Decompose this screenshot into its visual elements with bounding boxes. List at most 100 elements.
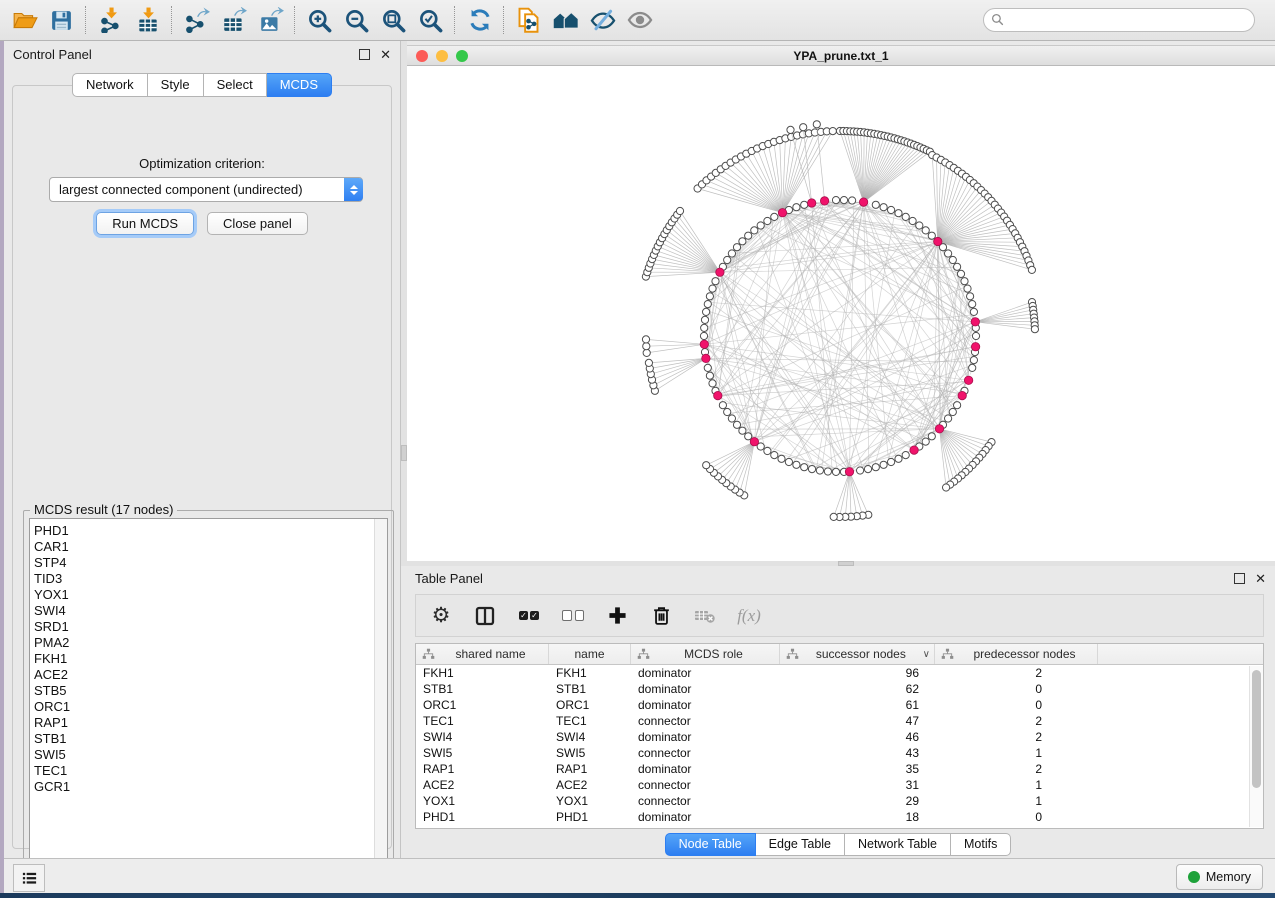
table-row[interactable]: ORC1ORC1dominator610 xyxy=(416,697,1263,713)
table-row[interactable]: TEC1TEC1connector472 xyxy=(416,713,1263,729)
cell-mcds_role[interactable]: dominator xyxy=(631,682,780,696)
cell-predecessor_nodes[interactable]: 0 xyxy=(935,682,1098,696)
cell-predecessor_nodes[interactable]: 2 xyxy=(935,714,1098,728)
cell-successor_nodes[interactable]: 35 xyxy=(780,762,935,776)
cell-shared_name[interactable]: YOX1 xyxy=(416,794,549,808)
cell-name[interactable]: SWI4 xyxy=(549,730,631,744)
cell-shared_name[interactable]: ORC1 xyxy=(416,698,549,712)
select-all-columns-button[interactable]: ✓ ✓ xyxy=(518,605,540,627)
close-panel-icon[interactable]: ✕ xyxy=(1255,572,1266,585)
mcds-result-item[interactable]: TEC1 xyxy=(30,763,387,779)
mcds-result-item[interactable]: STB1 xyxy=(30,731,387,747)
import-table-button[interactable] xyxy=(129,3,166,37)
cell-name[interactable]: STB1 xyxy=(549,682,631,696)
tab-edge-table[interactable]: Edge Table xyxy=(756,833,845,856)
cell-successor_nodes[interactable]: 62 xyxy=(780,682,935,696)
cell-predecessor_nodes[interactable]: 0 xyxy=(935,698,1098,712)
close-panel-button[interactable]: Close panel xyxy=(207,212,308,235)
tab-motifs[interactable]: Motifs xyxy=(951,833,1011,856)
table-row[interactable]: FKH1FKH1dominator962 xyxy=(416,665,1263,681)
search-input[interactable] xyxy=(983,8,1255,32)
mcds-result-item[interactable]: ACE2 xyxy=(30,667,387,683)
hide-graphics-details-button[interactable] xyxy=(584,3,621,37)
zoom-out-button[interactable] xyxy=(338,3,375,37)
cell-successor_nodes[interactable]: 18 xyxy=(780,810,935,824)
cell-name[interactable]: TEC1 xyxy=(549,714,631,728)
export-network-button[interactable] xyxy=(178,3,215,37)
cell-predecessor_nodes[interactable]: 1 xyxy=(935,746,1098,760)
tab-select[interactable]: Select xyxy=(204,73,267,97)
table-settings-gear-button[interactable]: ⚙ xyxy=(430,605,452,627)
cell-mcds_role[interactable]: dominator xyxy=(631,730,780,744)
cell-predecessor_nodes[interactable]: 2 xyxy=(935,666,1098,680)
mcds-result-item[interactable]: SRD1 xyxy=(30,619,387,635)
close-panel-icon[interactable]: ✕ xyxy=(380,48,391,61)
table-row[interactable]: SWI5SWI5connector431 xyxy=(416,745,1263,761)
mcds-result-item[interactable]: STB5 xyxy=(30,683,387,699)
table-row[interactable]: SWI4SWI4dominator462 xyxy=(416,729,1263,745)
open-file-button[interactable] xyxy=(6,3,43,37)
tab-network-table[interactable]: Network Table xyxy=(845,833,951,856)
cell-name[interactable]: FKH1 xyxy=(549,666,631,680)
float-panel-icon[interactable] xyxy=(1234,573,1245,584)
show-columns-button[interactable] xyxy=(474,605,496,627)
column-header-shared-name[interactable]: shared name xyxy=(416,644,549,664)
cell-mcds_role[interactable]: connector xyxy=(631,714,780,728)
cell-name[interactable]: RAP1 xyxy=(549,762,631,776)
cell-shared_name[interactable]: PHD1 xyxy=(416,810,549,824)
tab-network[interactable]: Network xyxy=(72,73,148,97)
cell-mcds_role[interactable]: connector xyxy=(631,746,780,760)
network-overview-button[interactable] xyxy=(547,3,584,37)
column-header-successor-nodes[interactable]: successor nodes∨ xyxy=(780,644,935,664)
cell-predecessor_nodes[interactable]: 2 xyxy=(935,762,1098,776)
mcds-result-item[interactable]: FKH1 xyxy=(30,651,387,667)
mcds-result-item[interactable]: ORC1 xyxy=(30,699,387,715)
mcds-result-item[interactable]: YOX1 xyxy=(30,587,387,603)
cell-successor_nodes[interactable]: 96 xyxy=(780,666,935,680)
clone-network-button[interactable] xyxy=(510,3,547,37)
table-row[interactable]: RAP1RAP1dominator352 xyxy=(416,761,1263,777)
cell-name[interactable]: ACE2 xyxy=(549,778,631,792)
mcds-result-item[interactable]: STP4 xyxy=(30,555,387,571)
cell-shared_name[interactable]: SWI5 xyxy=(416,746,549,760)
cell-name[interactable]: YOX1 xyxy=(549,794,631,808)
mcds-result-item[interactable]: TID3 xyxy=(30,571,387,587)
cell-shared_name[interactable]: ACE2 xyxy=(416,778,549,792)
cell-mcds_role[interactable]: connector xyxy=(631,794,780,808)
table-row[interactable]: PHD1PHD1dominator180 xyxy=(416,809,1263,825)
mcds-result-item[interactable]: PHD1 xyxy=(30,523,387,539)
network-window-titlebar[interactable]: YPA_prune.txt_1 xyxy=(407,45,1275,66)
export-image-button[interactable] xyxy=(252,3,289,37)
run-mcds-button[interactable]: Run MCDS xyxy=(96,212,194,235)
table-row[interactable]: YOX1YOX1connector291 xyxy=(416,793,1263,809)
zoom-in-button[interactable] xyxy=(301,3,338,37)
column-header-predecessor-nodes[interactable]: predecessor nodes xyxy=(935,644,1098,664)
mcds-result-list[interactable]: PHD1CAR1STP4TID3YOX1SWI4SRD1PMA2FKH1ACE2… xyxy=(29,518,388,883)
table-scrollbar[interactable] xyxy=(1249,666,1263,827)
column-header-name[interactable]: name xyxy=(549,644,631,664)
mcds-result-item[interactable]: RAP1 xyxy=(30,715,387,731)
cell-successor_nodes[interactable]: 31 xyxy=(780,778,935,792)
cell-mcds_role[interactable]: dominator xyxy=(631,810,780,824)
show-graphics-details-button[interactable] xyxy=(621,3,658,37)
cell-successor_nodes[interactable]: 43 xyxy=(780,746,935,760)
zoom-selected-button[interactable] xyxy=(412,3,449,37)
mcds-result-item[interactable]: SWI5 xyxy=(30,747,387,763)
optimization-criterion-select[interactable]: largest connected component (undirected) xyxy=(49,177,363,202)
cell-predecessor_nodes[interactable]: 1 xyxy=(935,778,1098,792)
cell-successor_nodes[interactable]: 47 xyxy=(780,714,935,728)
network-graph[interactable] xyxy=(407,66,1275,561)
mcds-result-item[interactable]: PMA2 xyxy=(30,635,387,651)
zoom-fit-button[interactable] xyxy=(375,3,412,37)
scrollbar-thumb[interactable] xyxy=(1252,670,1261,788)
refresh-layout-button[interactable] xyxy=(461,3,498,37)
mcds-result-item[interactable]: CAR1 xyxy=(30,539,387,555)
table-row[interactable]: ACE2ACE2connector311 xyxy=(416,777,1263,793)
cell-predecessor_nodes[interactable]: 1 xyxy=(935,794,1098,808)
cell-successor_nodes[interactable]: 61 xyxy=(780,698,935,712)
cell-successor_nodes[interactable]: 29 xyxy=(780,794,935,808)
cell-shared_name[interactable]: RAP1 xyxy=(416,762,549,776)
cell-mcds_role[interactable]: dominator xyxy=(631,666,780,680)
delete-column-button[interactable] xyxy=(650,605,672,627)
import-network-button[interactable] xyxy=(92,3,129,37)
